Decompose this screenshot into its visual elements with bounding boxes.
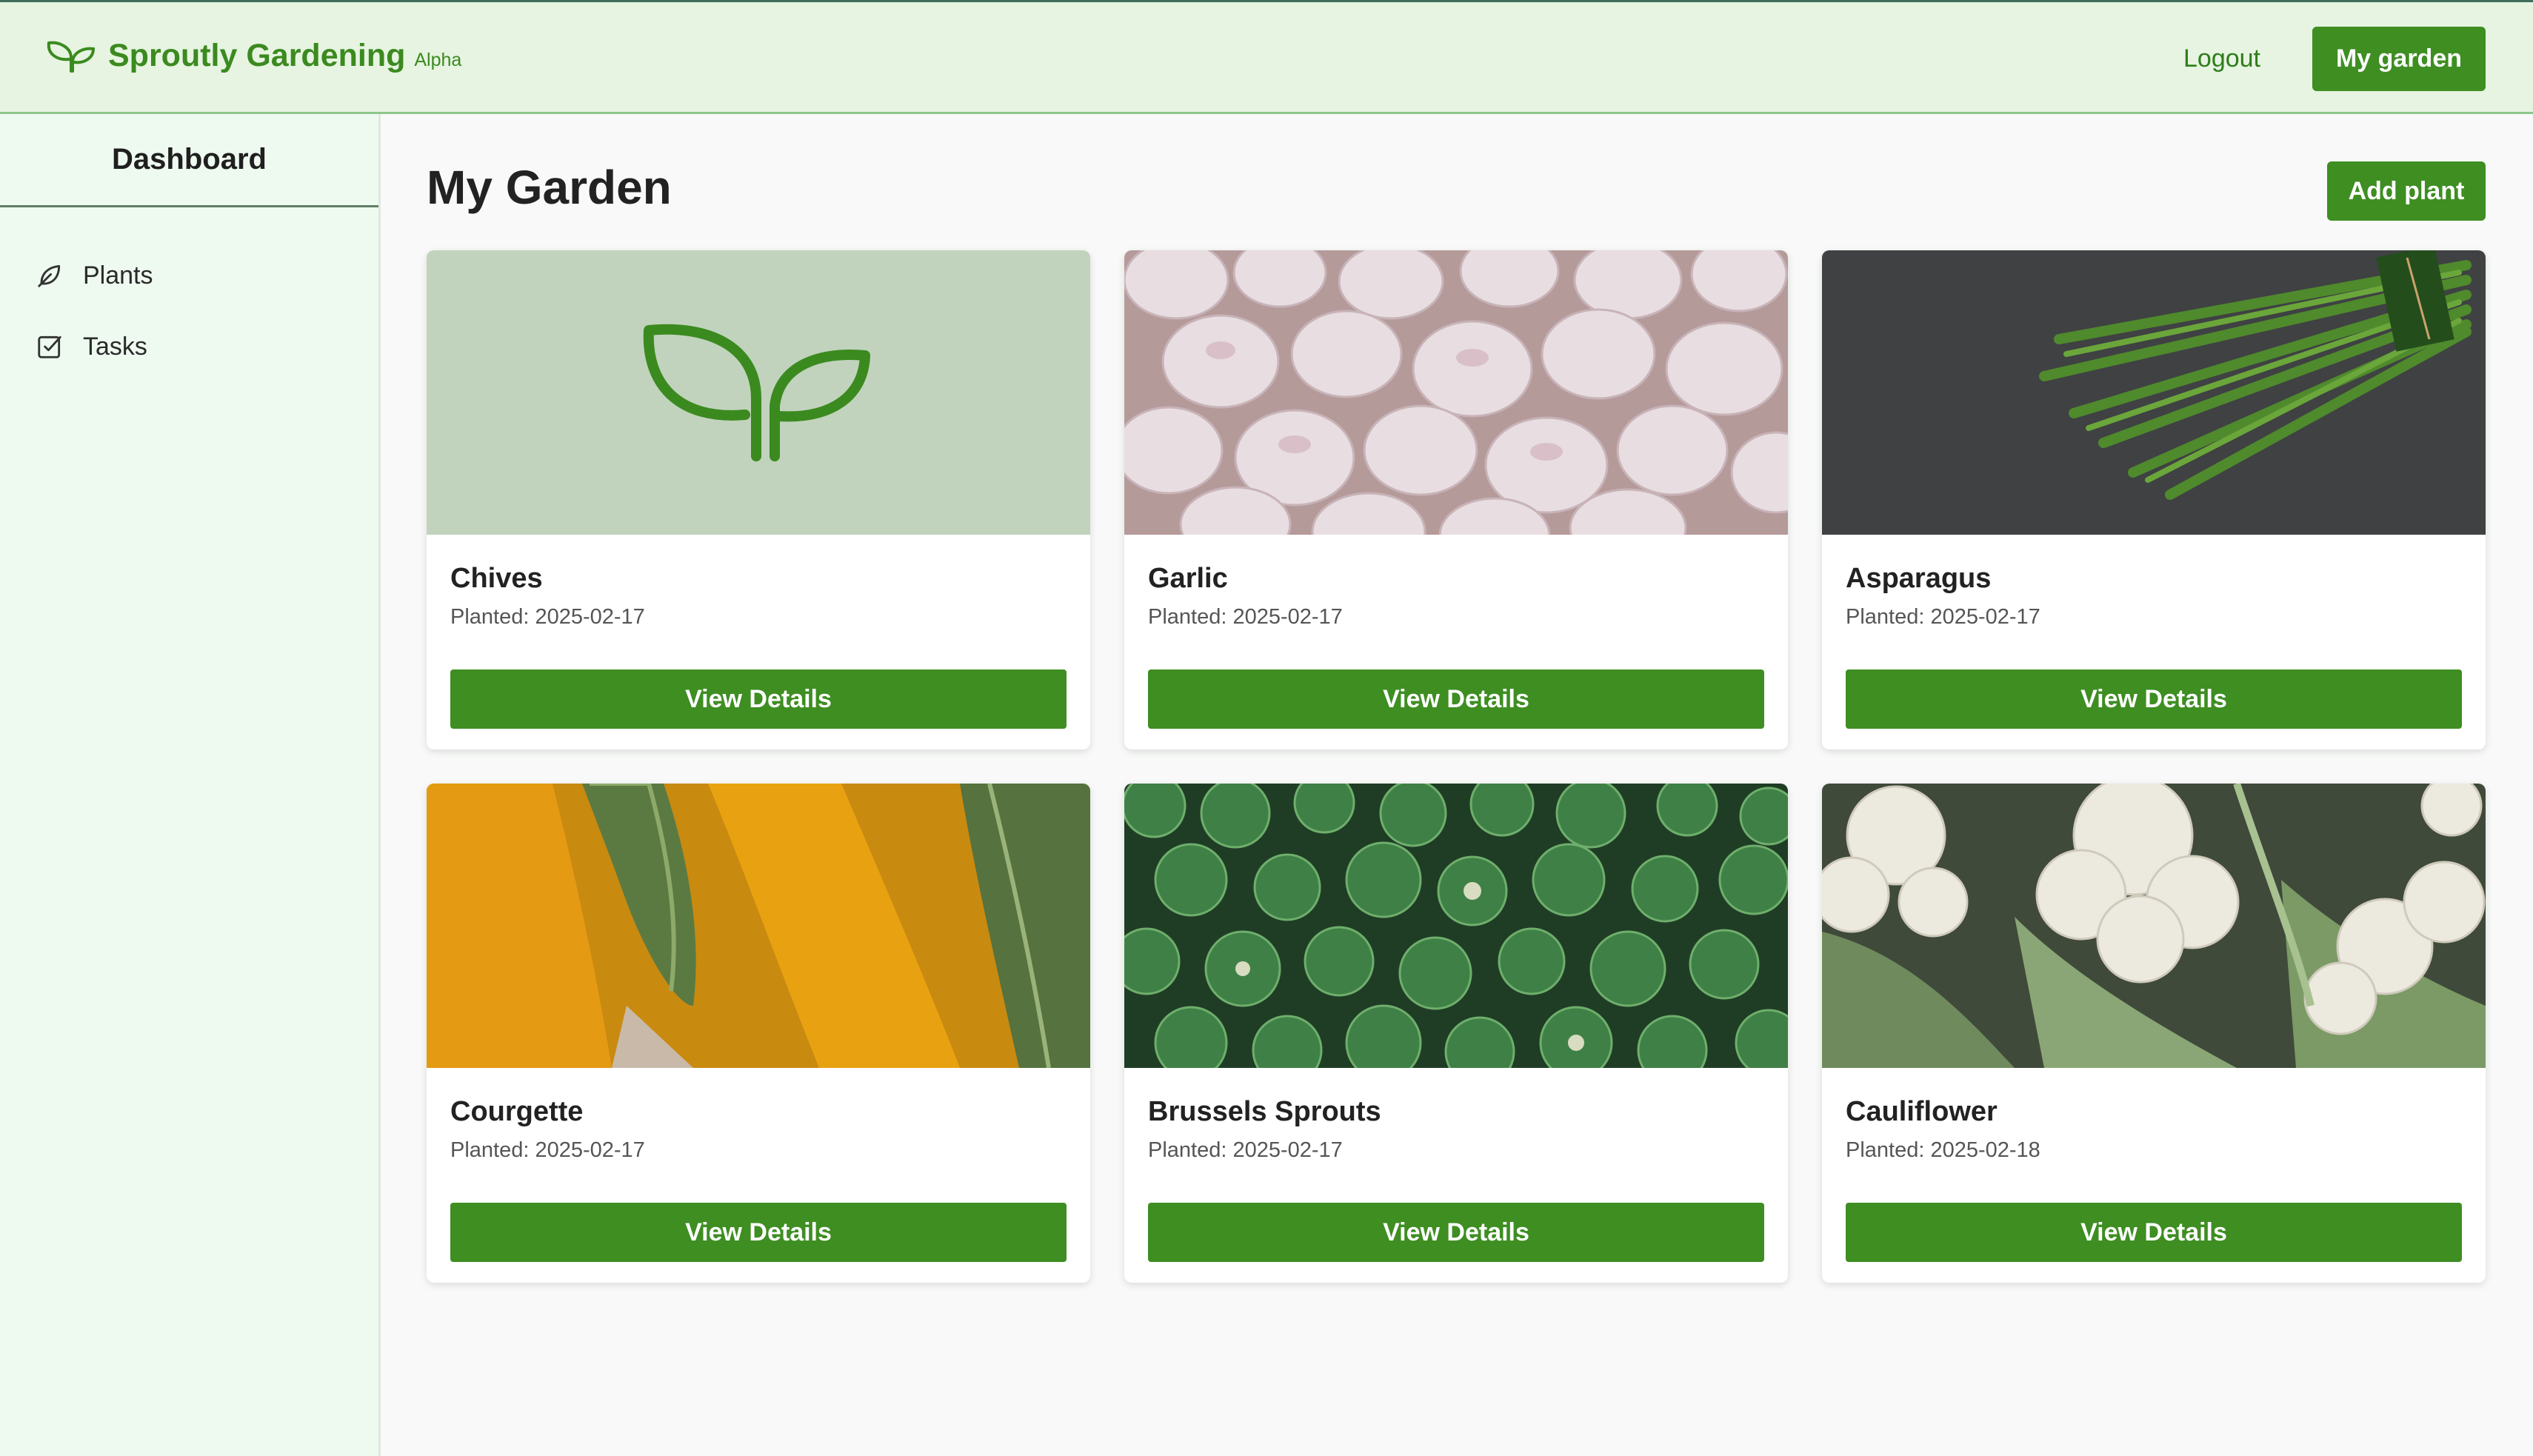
- garlic-photo[interactable]: [1124, 250, 1788, 535]
- plant-name: Courgette: [450, 1096, 584, 1127]
- checkbox-icon: [38, 335, 61, 358]
- brand-logo[interactable]: Sproutly Gardening Alpha: [46, 38, 461, 74]
- cauliflower-photo[interactable]: [1822, 784, 2486, 1068]
- plant-card: Cauliflower Planted: 2025-02-18 View Det…: [1822, 784, 2486, 1283]
- brussels-sprouts-photo[interactable]: [1124, 784, 1788, 1068]
- view-details-button[interactable]: View Details: [1148, 1203, 1764, 1262]
- asparagus-image: [1822, 250, 2486, 535]
- page-title: My Garden: [427, 161, 672, 214]
- logout-button[interactable]: Logout: [2148, 27, 2296, 90]
- card-body: Cauliflower Planted: 2025-02-18: [1822, 1068, 2486, 1163]
- view-details-button[interactable]: View Details: [1148, 669, 1764, 729]
- top-navbar: Sproutly Gardening Alpha Logout My garde…: [0, 0, 2533, 114]
- card-body: Courgette Planted: 2025-02-17: [427, 1068, 1090, 1163]
- planted-date: Planted: 2025-02-17: [450, 605, 645, 629]
- alpha-badge: Alpha: [414, 50, 462, 70]
- asparagus-photo[interactable]: [1822, 250, 2486, 535]
- garlic-image: [1124, 250, 1788, 535]
- view-details-button[interactable]: View Details: [1846, 669, 2462, 729]
- my-garden-button[interactable]: My garden: [2312, 27, 2486, 91]
- sidebar-item-plants[interactable]: Plants: [0, 240, 378, 311]
- plant-card: Chives Planted: 2025-02-17 View Details: [427, 250, 1090, 749]
- plant-grid: Chives Planted: 2025-02-17 View Details: [427, 250, 2486, 1283]
- sidebar-nav: Plants Tasks: [0, 207, 378, 382]
- sidebar-item-tasks[interactable]: Tasks: [0, 311, 378, 382]
- view-details-button[interactable]: View Details: [450, 669, 1067, 729]
- plant-card: Asparagus Planted: 2025-02-17 View Detai…: [1822, 250, 2486, 749]
- courgette-photo[interactable]: [427, 784, 1090, 1068]
- card-body: Asparagus Planted: 2025-02-17: [1822, 535, 2486, 630]
- plant-image-placeholder[interactable]: [427, 250, 1090, 535]
- sidebar-item-label: Tasks: [83, 332, 147, 361]
- brand-name: Sproutly Gardening: [108, 38, 406, 73]
- view-details-button[interactable]: View Details: [1846, 1203, 2462, 1262]
- sidebar-title: Dashboard: [0, 114, 378, 207]
- sprout-icon: [427, 250, 1090, 535]
- planted-date: Planted: 2025-02-17: [1846, 605, 2040, 629]
- plant-name: Chives: [450, 563, 543, 594]
- plant-name: Asparagus: [1846, 563, 1992, 594]
- plant-card: Brussels Sprouts Planted: 2025-02-17 Vie…: [1124, 784, 1788, 1283]
- plant-card: Garlic Planted: 2025-02-17 View Details: [1124, 250, 1788, 749]
- plant-card: Courgette Planted: 2025-02-17 View Detai…: [427, 784, 1090, 1283]
- courgette-image: [427, 784, 1090, 1068]
- plant-name: Brussels Sprouts: [1148, 1096, 1381, 1127]
- card-body: Garlic Planted: 2025-02-17: [1124, 535, 1788, 630]
- card-body: Chives Planted: 2025-02-17: [427, 535, 1090, 630]
- leaf-icon: [38, 264, 61, 287]
- sidebar: Dashboard Plants Tasks: [0, 114, 381, 1456]
- plant-name: Garlic: [1148, 563, 1228, 594]
- plant-name: Cauliflower: [1846, 1096, 1998, 1127]
- card-body: Brussels Sprouts Planted: 2025-02-17: [1124, 1068, 1788, 1163]
- planted-date: Planted: 2025-02-17: [450, 1138, 645, 1162]
- sprout-icon: [47, 41, 96, 73]
- brussels-sprouts-image: [1124, 784, 1788, 1068]
- add-plant-button[interactable]: Add plant: [2327, 161, 2486, 221]
- view-details-button[interactable]: View Details: [450, 1203, 1067, 1262]
- planted-date: Planted: 2025-02-17: [1148, 1138, 1343, 1162]
- planted-date: Planted: 2025-02-17: [1148, 605, 1343, 629]
- sidebar-item-label: Plants: [83, 261, 153, 290]
- cauliflower-image: [1822, 784, 2486, 1068]
- planted-date: Planted: 2025-02-18: [1846, 1138, 2040, 1162]
